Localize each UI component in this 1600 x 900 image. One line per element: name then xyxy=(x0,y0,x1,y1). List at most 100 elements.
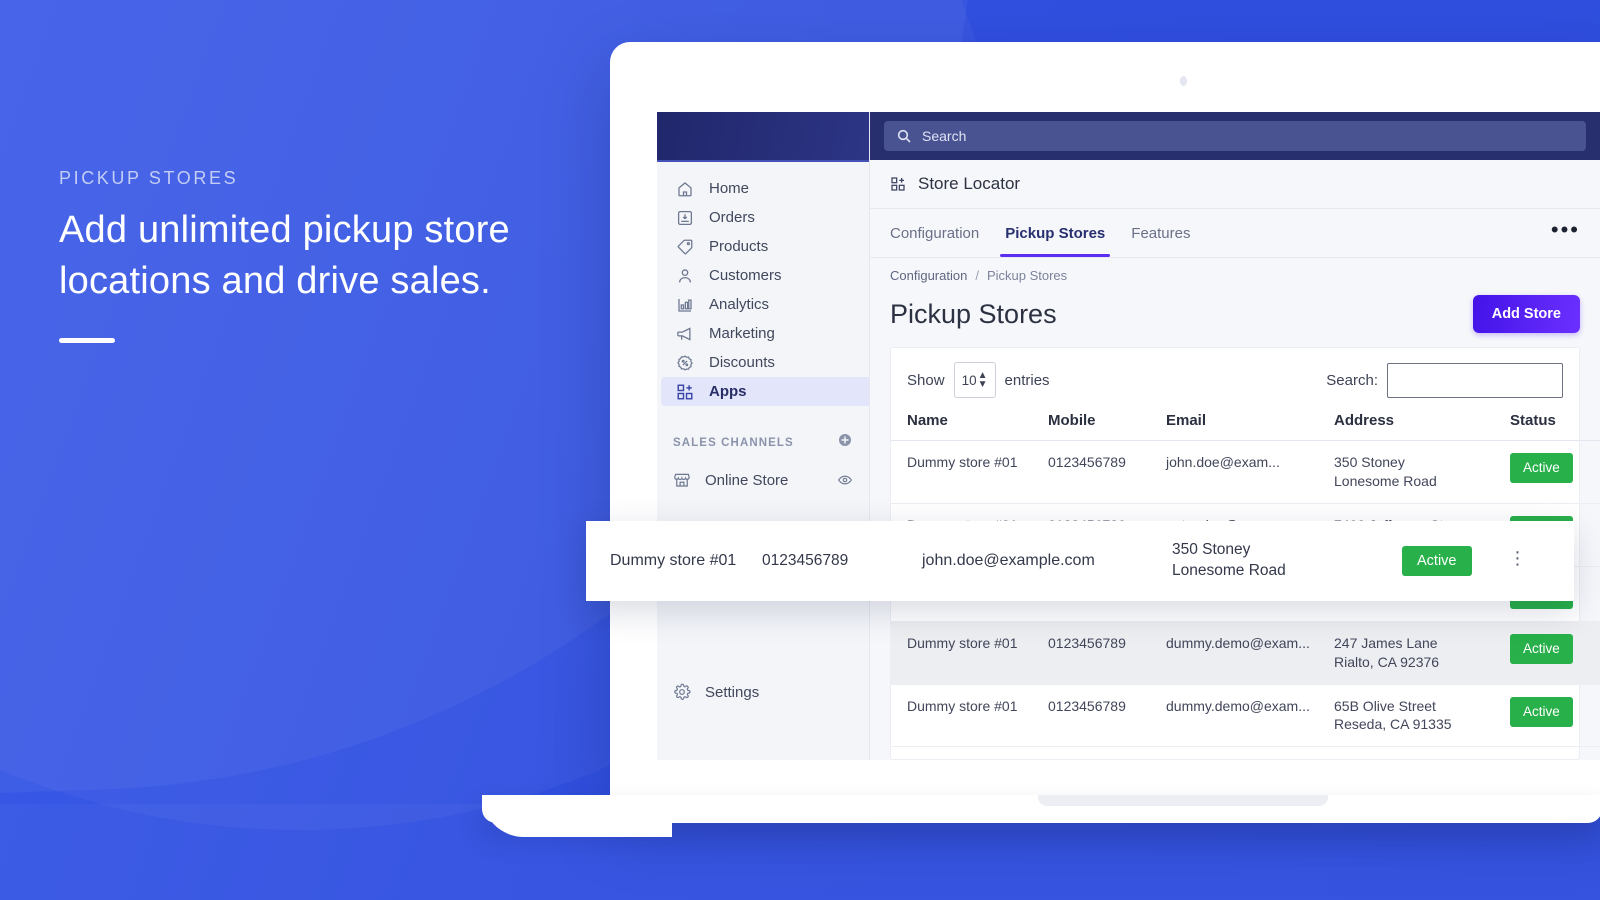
global-search-placeholder: Search xyxy=(922,128,967,144)
app-header: Store Locator xyxy=(870,160,1600,209)
page-title-row: Pickup Stores Add Store xyxy=(870,289,1600,347)
add-store-button[interactable]: Add Store xyxy=(1472,295,1580,333)
gear-icon xyxy=(673,683,691,701)
table-search-group: Search: xyxy=(1326,362,1563,398)
breadcrumb-current: Pickup Stores xyxy=(986,268,1068,283)
sidebar-item-label: Orders xyxy=(709,209,755,226)
apps-grid-icon xyxy=(890,176,906,192)
address-line-1: 247 James Lane xyxy=(1334,634,1438,651)
callout-address: 350 Stoney Lonesome Road xyxy=(1172,540,1402,582)
tab-bar: Configuration Pickup Stores Features ••• xyxy=(870,209,1600,258)
entries-length-group: Show 10 ▲ ▼ entries xyxy=(907,362,1050,398)
sidebar-item-label: Apps xyxy=(709,383,747,400)
table-search-input[interactable] xyxy=(1387,362,1563,398)
sidebar: Home Orders Products Customers Analytics… xyxy=(657,112,870,760)
plus-circle-icon[interactable] xyxy=(837,432,853,453)
callout-actions: ⋮ xyxy=(1508,548,1528,574)
table-row[interactable]: Dummy store #01 0123456789 dummy.demo@ex… xyxy=(891,621,1600,685)
tab-configuration[interactable]: Configuration xyxy=(890,209,992,257)
sidebar-item-label: Marketing xyxy=(709,325,775,342)
app-topbar: Search xyxy=(870,112,1600,160)
cell-email: dummy.demo@exam... xyxy=(1158,621,1326,685)
tab-label: Features xyxy=(1131,224,1191,242)
breadcrumb: Configuration / Pickup Stores xyxy=(870,258,1600,289)
stepper-arrows-icon: ▲ ▼ xyxy=(977,370,988,390)
cell-email: dummy.demo@exam... xyxy=(1158,684,1326,748)
cell-mobile: 0123456789 xyxy=(1040,684,1158,748)
address-line-1: 350 Stoney xyxy=(1334,454,1405,470)
sidebar-channel-label: Online Store xyxy=(705,471,789,489)
app-window: Home Orders Products Customers Analytics… xyxy=(657,112,1600,760)
sidebar-item-marketing[interactable]: Marketing xyxy=(661,319,869,348)
sidebar-section-title: SALES CHANNELS xyxy=(673,436,794,449)
sidebar-item-home[interactable]: Home xyxy=(661,174,869,203)
tab-label: Pickup Stores xyxy=(1005,224,1106,242)
callout-address-line-1: 350 Stoney xyxy=(1172,541,1251,559)
cell-address: 350 Stoney Lonesome Road xyxy=(1326,440,1502,504)
table-row[interactable]: Dummy store #01 0123456789 dummy.demo@ex… xyxy=(891,684,1600,748)
sidebar-item-label: Customers xyxy=(709,267,782,284)
sidebar-settings-label: Settings xyxy=(705,683,760,701)
cell-status: Active xyxy=(1502,621,1600,685)
sidebar-item-label: Products xyxy=(709,238,769,255)
app-header-title: Store Locator xyxy=(918,174,1021,193)
tab-overflow-menu-icon[interactable]: ••• xyxy=(1551,219,1580,241)
table-search-label: Search: xyxy=(1326,371,1378,389)
address-line-2: Lonesome Road xyxy=(1334,472,1437,489)
breadcrumb-parent[interactable]: Configuration xyxy=(890,268,967,283)
promo-headline: Add unlimited pickup store locations and… xyxy=(59,209,510,302)
sidebar-item-orders[interactable]: Orders xyxy=(661,203,869,232)
entries-label: entries xyxy=(1004,371,1050,389)
row-actions-kebab-icon[interactable]: ⋮ xyxy=(1508,548,1528,569)
search-icon xyxy=(896,128,912,144)
sidebar-item-settings[interactable]: Settings xyxy=(657,672,869,712)
global-search-input[interactable]: Search xyxy=(884,121,1586,151)
breadcrumb-separator: / xyxy=(975,268,979,283)
entries-length-select[interactable]: 10 ▲ ▼ xyxy=(953,362,996,398)
sidebar-item-apps[interactable]: Apps xyxy=(661,377,869,406)
zoom-callout-row: Dummy store #01 0123456789 john.doe@exam… xyxy=(586,521,1574,601)
sidebar-item-label: Home xyxy=(709,180,750,197)
address-line-2: Rialto, CA 92376 xyxy=(1334,653,1440,670)
promo-eyebrow: PICKUP STORES xyxy=(59,168,239,188)
eye-icon[interactable] xyxy=(837,472,853,488)
cell-email: john.doe@exam... xyxy=(1158,440,1326,504)
sidebar-logo-block[interactable] xyxy=(657,112,869,162)
cell-name: Dummy store #01 xyxy=(891,440,1040,504)
cell-name: Dummy store #01 xyxy=(891,621,1040,685)
callout-email: john.doe@example.com xyxy=(922,552,1095,569)
column-header-name: Name xyxy=(891,408,1040,441)
table-toolbar: Show 10 ▲ ▼ entries Search: xyxy=(891,348,1579,408)
orders-inbox-icon xyxy=(675,208,695,228)
sidebar-item-customers[interactable]: Customers xyxy=(661,261,869,290)
column-header-email: Email xyxy=(1158,408,1326,441)
cell-mobile: 0123456789 xyxy=(1040,440,1158,504)
laptop-base-notch xyxy=(1038,795,1328,806)
page-title: Pickup Stores xyxy=(890,298,1057,329)
callout-mobile: 0123456789 xyxy=(762,552,849,569)
cell-address: 65B Olive Street Reseda, CA 91335 xyxy=(1326,684,1502,748)
status-badge: Active xyxy=(1510,696,1573,727)
callout-name: Dummy store #01 xyxy=(610,552,737,569)
column-header-mobile: Mobile xyxy=(1040,408,1158,441)
cell-mobile: 0123456789 xyxy=(1040,621,1158,685)
tag-icon xyxy=(675,237,695,257)
sidebar-item-analytics[interactable]: Analytics xyxy=(661,290,869,319)
tab-pickup-stores[interactable]: Pickup Stores xyxy=(992,209,1118,257)
table-header-row: Name Mobile Email Address Status Action xyxy=(891,408,1600,441)
apps-grid-icon xyxy=(675,382,695,402)
sidebar-item-products[interactable]: Products xyxy=(661,232,869,261)
status-badge: Active xyxy=(1510,633,1573,664)
sidebar-item-discounts[interactable]: Discounts xyxy=(661,348,869,377)
sidebar-item-online-store[interactable]: Online Store xyxy=(657,465,869,495)
person-icon xyxy=(675,266,695,286)
tab-features[interactable]: Features xyxy=(1118,209,1203,257)
laptop-base-left-curve xyxy=(482,795,672,837)
show-label: Show xyxy=(907,371,945,389)
bar-chart-icon xyxy=(675,295,695,315)
sidebar-section-sales-channels: SALES CHANNELS xyxy=(657,406,869,453)
column-header-status: Status xyxy=(1502,408,1600,441)
status-badge: Active xyxy=(1510,453,1573,484)
table-row[interactable]: Dummy store #01 0123456789 john.doe@exam… xyxy=(891,440,1600,504)
promo-copy: PICKUP STORES Add unlimited pickup store… xyxy=(59,168,579,344)
